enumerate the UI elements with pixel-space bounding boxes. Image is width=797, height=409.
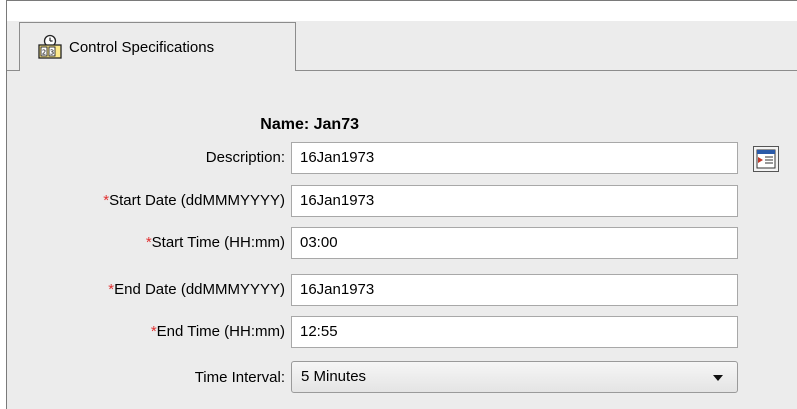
start-date-row: *Start Date (ddMMMYYYY)	[0, 185, 285, 217]
time-interval-row: Time Interval:	[0, 362, 285, 394]
start-time-field[interactable]: 03:00	[291, 227, 738, 259]
description-label: Description:	[205, 149, 285, 166]
end-time-row: *End Time (HH:mm)	[0, 316, 285, 348]
end-date-label: *End Date (ddMMMYYYY)	[108, 281, 285, 298]
end-date-field[interactable]: 16Jan1973	[291, 274, 738, 306]
start-date-label: *Start Date (ddMMMYYYY)	[103, 192, 285, 209]
tab-control-specifications[interactable]: 2 3 Control Specifications	[19, 22, 296, 71]
description-row: Description:	[0, 142, 285, 174]
tab-baseline-left	[7, 70, 19, 71]
control-spec-icon: 2 3	[37, 34, 63, 60]
top-strip	[7, 1, 797, 21]
start-time-row: *Start Time (HH:mm)	[0, 227, 285, 259]
time-interval-value: 5 Minutes	[301, 368, 367, 385]
text-editor-icon	[756, 149, 776, 169]
end-time-field[interactable]: 12:55	[291, 316, 738, 348]
tab-label: Control Specifications	[69, 38, 215, 56]
end-time-label: *End Time (HH:mm)	[150, 323, 285, 340]
svg-text:3: 3	[50, 49, 54, 57]
chevron-down-icon	[713, 375, 723, 381]
start-time-label: *Start Time (HH:mm)	[145, 234, 285, 251]
tab-baseline	[296, 70, 797, 71]
end-date-row: *End Date (ddMMMYYYY)	[0, 274, 285, 306]
start-date-field[interactable]: 16Jan1973	[291, 185, 738, 217]
svg-text:2: 2	[42, 49, 46, 57]
description-editor-button[interactable]	[753, 146, 779, 172]
time-interval-select[interactable]: 5 Minutes	[291, 361, 738, 393]
record-name: Name: Jan73	[260, 116, 359, 133]
description-field[interactable]: 16Jan1973	[291, 142, 738, 174]
time-interval-label: Time Interval:	[194, 369, 285, 386]
